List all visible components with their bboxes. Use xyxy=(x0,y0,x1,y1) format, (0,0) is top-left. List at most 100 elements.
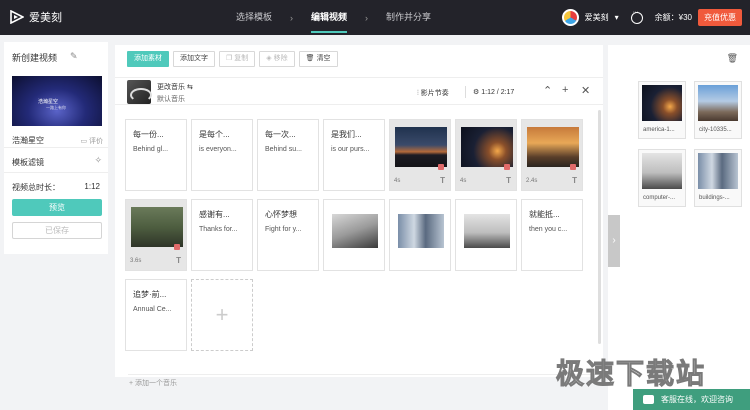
add-text-button[interactable]: 添加文字 xyxy=(173,51,215,67)
chevron-up-icon[interactable]: ⌃ xyxy=(543,84,552,97)
scene-title: 就能抵... xyxy=(529,210,560,219)
copy-label: 复制 xyxy=(234,55,249,62)
scene-card[interactable]: 感谢有... Thanks for... xyxy=(191,199,253,271)
text-icon[interactable]: T xyxy=(176,256,181,265)
step-make-share[interactable]: 制作并分享 xyxy=(382,0,435,35)
scene-subtitle: is everyon... xyxy=(199,146,237,153)
template-thumbnail[interactable]: 浩瀚星空 一路上有你 xyxy=(12,76,102,126)
clear-label: 清空 xyxy=(316,55,331,62)
editor-scrollbar[interactable] xyxy=(598,110,601,344)
remove-label: 移除 xyxy=(273,55,288,62)
headphones-icon xyxy=(127,80,152,104)
divider xyxy=(4,147,108,148)
scene-title: 追梦·前... xyxy=(133,290,167,299)
avatar[interactable] xyxy=(561,9,579,26)
scene-title: 每一次... xyxy=(265,130,296,139)
saved-button[interactable]: 已保存 xyxy=(12,222,102,239)
trash-icon[interactable]: 🗑 xyxy=(727,53,738,64)
collapse-handle[interactable]: › xyxy=(608,215,620,267)
comment-label: 评价 xyxy=(89,138,103,145)
scene-card[interactable] xyxy=(389,199,451,271)
text-icon[interactable]: T xyxy=(440,176,445,185)
asset-name: buildings-... xyxy=(699,195,730,201)
message-icon[interactable] xyxy=(630,9,643,24)
duration-label: 视频总时长： xyxy=(12,183,60,192)
asset-image xyxy=(642,85,682,121)
preview-button[interactable]: 预览 xyxy=(12,199,102,216)
rhythm-label: 影片节奏 xyxy=(420,90,449,97)
scene-title: 每一份... xyxy=(133,130,164,139)
copy-button[interactable]: ❐ 复制 xyxy=(219,51,256,67)
asset-item[interactable]: computer-... xyxy=(638,149,686,207)
divider xyxy=(465,86,466,98)
app-logo[interactable]: 爱美刻 xyxy=(10,9,62,25)
asset-item[interactable]: city-10335... xyxy=(694,81,742,139)
music-row: 更改音乐 ⇆ 默认音乐 ⫶ 影片节奏 ⚙ 1:12 / 2:17 ⌃ + ✕ xyxy=(115,77,603,105)
scene-card[interactable]: 每一次... Behind su... xyxy=(257,119,319,191)
eraser-icon: ◈ xyxy=(266,55,272,62)
scene-card[interactable]: 4s T xyxy=(389,119,451,191)
scene-duration: 4s xyxy=(394,178,401,184)
scene-subtitle: then you c... xyxy=(529,226,568,233)
trash-icon: 🗑 xyxy=(305,55,315,62)
asset-name: city-10335... xyxy=(699,127,732,133)
scene-card[interactable]: 3.6s T xyxy=(125,199,187,271)
rhythm-control[interactable]: ⫶ 影片节奏 xyxy=(417,88,449,98)
comment-link[interactable]: ▭ 评价 xyxy=(80,136,103,146)
clear-button[interactable]: 🗑 清空 xyxy=(298,51,338,67)
recharge-button[interactable]: 充值优惠 xyxy=(698,9,742,26)
add-music-link[interactable]: + 添加一个音乐 xyxy=(129,378,177,388)
asset-item[interactable]: buildings-... xyxy=(694,149,742,207)
close-icon[interactable]: ✕ xyxy=(581,84,590,97)
remove-button[interactable]: ◈ 移除 xyxy=(259,51,295,67)
step-edit-video[interactable]: 编辑视频 xyxy=(307,0,351,35)
scene-card[interactable]: 追梦·前... Annual Ce... xyxy=(125,279,187,351)
step-select-template[interactable]: 选择模板 xyxy=(232,0,276,35)
scene-card[interactable]: 就能抵... then you c... xyxy=(521,199,583,271)
magic-wand-icon[interactable]: ✧ xyxy=(94,155,102,166)
text-icon[interactable]: T xyxy=(572,176,577,185)
scene-card[interactable] xyxy=(455,199,517,271)
add-scene-button[interactable]: + xyxy=(191,279,253,351)
username[interactable]: 爱美刻 xyxy=(585,12,609,23)
gear-icon: ⚙ xyxy=(473,89,482,96)
scene-title: 是每个... xyxy=(199,130,230,139)
plus-icon[interactable]: + xyxy=(562,84,568,96)
customer-service-button[interactable]: 客服在线，欢迎咨询 xyxy=(633,389,750,410)
scene-duration: 2.4s xyxy=(526,178,538,184)
edit-badge-icon xyxy=(174,244,180,250)
change-music-link[interactable]: 更改音乐 ⇆ xyxy=(157,82,193,92)
caret-down-icon[interactable]: ▾ xyxy=(615,13,619,22)
scene-image xyxy=(527,127,579,167)
time-value: 1:12 / 2:17 xyxy=(481,89,515,96)
add-material-button[interactable]: 添加素材 xyxy=(127,51,169,67)
scene-card[interactable]: 4s T xyxy=(455,119,517,191)
time-readout: ⚙ 1:12 / 2:17 xyxy=(473,88,514,96)
edit-pencil-icon[interactable]: ✎ xyxy=(70,51,78,62)
scene-card[interactable]: 是我们... is our purs... xyxy=(323,119,385,191)
copy-icon: ❐ xyxy=(226,55,233,62)
asset-image xyxy=(642,153,682,189)
watermark-text: 极速下载站 xyxy=(555,357,707,391)
scene-duration: 3.6s xyxy=(130,258,142,264)
scene-title: 心怀梦想 xyxy=(265,210,297,219)
scene-card[interactable] xyxy=(323,199,385,271)
template-filter-label: 模板滤镜 xyxy=(12,158,44,167)
scene-card[interactable]: 心怀梦想 Fight for y... xyxy=(257,199,319,271)
logo-icon xyxy=(10,10,24,24)
scene-card[interactable]: 是每个... is everyon... xyxy=(191,119,253,191)
asset-image xyxy=(698,153,738,189)
scene-subtitle: Behind su... xyxy=(265,146,302,153)
text-icon[interactable]: T xyxy=(506,176,511,185)
template-name: 浩瀚星空 xyxy=(12,136,44,145)
scene-card[interactable]: 每一份... Behind gl... xyxy=(125,119,187,191)
project-title[interactable]: 新创建视频 xyxy=(12,51,57,64)
scene-card[interactable]: 2.4s T xyxy=(521,119,583,191)
asset-item[interactable]: america-1... xyxy=(638,81,686,139)
scene-image xyxy=(464,214,510,248)
thumbnail-subtitle: 一路上有你 xyxy=(46,105,66,110)
chevron-right-icon: › xyxy=(365,12,369,23)
scene-subtitle: Thanks for... xyxy=(199,226,238,233)
balance-text: 余额：¥30 xyxy=(654,13,692,22)
scene-image xyxy=(461,127,513,167)
